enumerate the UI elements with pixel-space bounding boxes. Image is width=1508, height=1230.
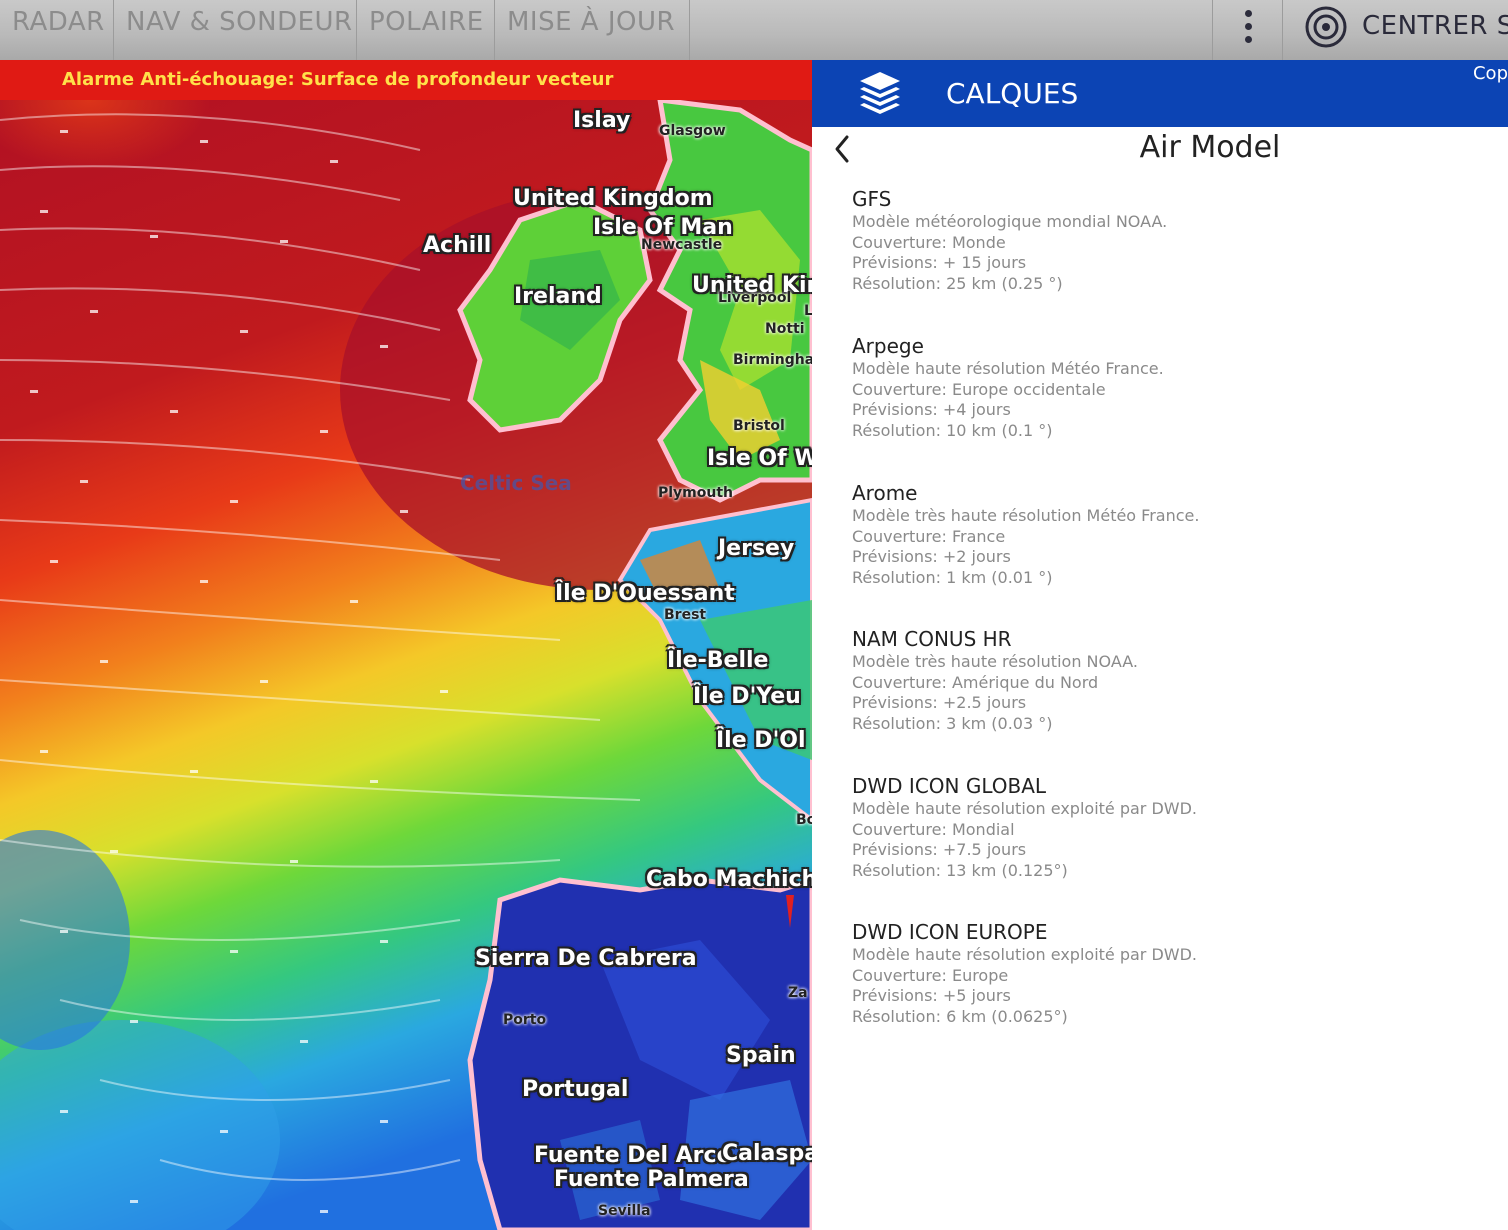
map-label: United Kingdom: [513, 186, 713, 211]
top-toolbar: RADAR NAV & SONDEUR POLAIRE MISE À JOUR …: [0, 0, 1508, 60]
map-label: Isle Of W: [707, 446, 812, 471]
center-button[interactable]: CENTRER S: [1362, 0, 1508, 56]
layers-icon[interactable]: [858, 70, 902, 116]
model-coverage: Couverture: France: [852, 526, 1006, 546]
model-name: NAM CONUS HR: [852, 627, 1012, 651]
map-label: Portugal: [522, 1077, 629, 1102]
city-label: Plymouth: [658, 485, 734, 501]
grounding-alarm-banner[interactable]: Alarme Anti-échouage: Surface de profond…: [0, 60, 812, 100]
map-label: Cabo Machich: [646, 867, 812, 892]
tab-nav-sondeur[interactable]: NAV & SONDEUR: [114, 0, 357, 60]
model-forecast: Prévisions: +7.5 jours: [852, 840, 1027, 860]
map-label: Île D'Yeu: [693, 684, 801, 709]
model-description: Modèle haute résolution exploité par DWD…: [852, 945, 1198, 964]
model-description: Modèle haute résolution exploité par DWD…: [852, 799, 1198, 818]
layers-panel: CALQUES Cop Air Model GFS Modèle météoro…: [812, 60, 1508, 1230]
model-item-arome[interactable]: Arome Modèle très haute résolution Météo…: [852, 480, 1492, 589]
model-resolution: Résolution: 25 km (0.25 °): [852, 274, 1063, 294]
map-label: Fuente Del Arco: [534, 1143, 732, 1168]
model-description: Modèle très haute résolution NOAA.: [852, 652, 1138, 671]
model-item-dwd-icon-global[interactable]: DWD ICON GLOBAL Modèle haute résolution …: [852, 773, 1492, 882]
map-label: Île D'Ouessant: [555, 581, 735, 606]
model-name: DWD ICON EUROPE: [852, 920, 1048, 944]
map-label: Fuente Palmera: [554, 1167, 749, 1192]
model-item-arpege[interactable]: Arpege Modèle haute résolution Météo Fra…: [852, 333, 1492, 442]
map-label: Ireland: [514, 284, 602, 309]
sea-label: Celtic Sea: [460, 471, 572, 495]
map-label: Spain: [726, 1043, 796, 1068]
model-description: Modèle haute résolution Météo France.: [852, 359, 1164, 378]
map-label: Islay: [573, 108, 631, 133]
city-label: Brest: [664, 607, 707, 623]
model-resolution: Résolution: 10 km (0.1 °): [852, 421, 1053, 441]
target-icon[interactable]: [1304, 5, 1348, 49]
city-label: L: [804, 303, 812, 319]
panel-header: CALQUES Cop: [812, 60, 1508, 127]
city-label: Bo: [796, 812, 812, 828]
model-resolution: Résolution: 3 km (0.03 °): [852, 714, 1053, 734]
map-label: Sierra De Cabrera: [475, 946, 697, 971]
city-label: Porto: [503, 1012, 547, 1028]
tab-polaire[interactable]: POLAIRE: [357, 0, 495, 60]
copyright-label: Cop: [1472, 63, 1508, 84]
model-name: Arome: [852, 481, 918, 505]
model-resolution: Résolution: 1 km (0.01 °): [852, 568, 1053, 588]
city-label: Glasgow: [659, 123, 726, 139]
model-forecast: Prévisions: +2 jours: [852, 547, 1011, 567]
map-label: Île-Belle: [667, 648, 769, 673]
toolbar-divider: [1282, 0, 1283, 60]
model-coverage: Couverture: Europe occidentale: [852, 379, 1106, 399]
model-resolution: Résolution: 6 km (0.0625°): [852, 1007, 1068, 1027]
tab-mise-a-jour[interactable]: MISE À JOUR: [495, 0, 690, 60]
model-description: Modèle météorologique mondial NOAA.: [852, 212, 1168, 231]
panel-title: CALQUES: [946, 77, 1079, 110]
city-label: Liverpool: [718, 290, 792, 306]
model-forecast: Prévisions: +5 jours: [852, 986, 1011, 1006]
city-label: Birmingha: [733, 352, 812, 368]
model-resolution: Résolution: 13 km (0.125°): [852, 861, 1068, 881]
section-title: Air Model: [1139, 130, 1281, 165]
weather-map[interactable]: Alarme Anti-échouage: Surface de profond…: [0, 60, 812, 1230]
model-forecast: Prévisions: +2.5 jours: [852, 693, 1027, 713]
city-label: Notti: [765, 321, 805, 337]
model-coverage: Couverture: Europe: [852, 965, 1009, 985]
tab-radar[interactable]: RADAR: [0, 0, 114, 60]
map-label: Achill: [423, 233, 492, 258]
model-coverage: Couverture: Mondial: [852, 819, 1015, 839]
model-name: GFS: [852, 187, 892, 211]
map-label: Jersey: [718, 536, 795, 561]
city-label: Sevilla: [598, 1203, 651, 1219]
model-coverage: Couverture: Amérique du Nord: [852, 672, 1099, 692]
toolbar-divider: [1212, 0, 1213, 60]
map-label: Calaspa: [722, 1141, 812, 1166]
model-item-dwd-icon-europe[interactable]: DWD ICON EUROPE Modèle haute résolution …: [852, 919, 1492, 1028]
model-name: DWD ICON GLOBAL: [852, 774, 1047, 798]
city-label: Bristol: [733, 418, 785, 434]
model-item-gfs[interactable]: GFS Modèle météorologique mondial NOAA. …: [852, 186, 1492, 295]
model-name: Arpege: [852, 334, 924, 358]
model-forecast: Prévisions: +4 jours: [852, 400, 1011, 420]
more-menu-icon[interactable]: [1234, 6, 1262, 48]
model-forecast: Prévisions: + 15 jours: [852, 253, 1027, 273]
map-label: Île D'Ol: [716, 728, 806, 753]
model-item-nam-conus-hr[interactable]: NAM CONUS HR Modèle très haute résolutio…: [852, 626, 1492, 735]
city-label: Za: [788, 985, 808, 1001]
model-description: Modèle très haute résolution Météo Franc…: [852, 506, 1200, 525]
city-label: Newcastle: [641, 237, 723, 253]
model-coverage: Couverture: Monde: [852, 232, 1006, 252]
